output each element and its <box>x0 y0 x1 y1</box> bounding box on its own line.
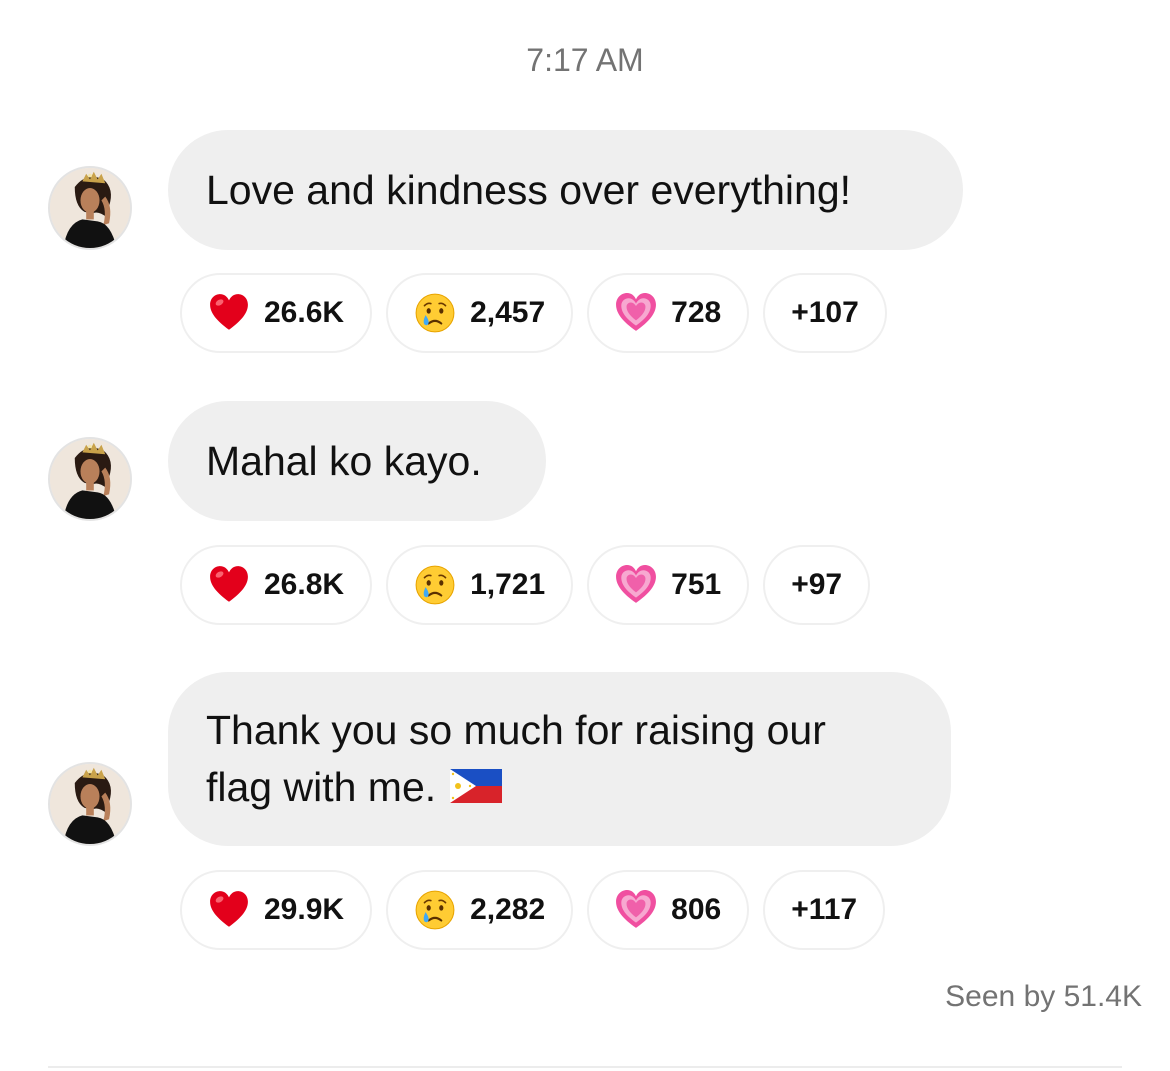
message-bubble[interactable]: Thank you so much for raising our flag w… <box>168 672 951 846</box>
reaction-more-pill[interactable]: +107 <box>763 273 887 353</box>
reaction-count: 2,282 <box>470 893 546 926</box>
reaction-heart-pill[interactable]: 29.9K <box>180 870 373 950</box>
red-heart-icon <box>208 889 250 931</box>
reaction-count: 29.9K <box>264 893 345 926</box>
philippines-flag-icon <box>450 769 502 803</box>
message-text: Love and kindness over everything! <box>206 166 852 213</box>
reaction-count: 26.8K <box>264 568 345 601</box>
message-bubble[interactable]: Love and kindness over everything! <box>168 130 963 250</box>
sender-avatar[interactable] <box>48 166 132 250</box>
reaction-bar: 29.9K 2,282 806 +117 <box>180 870 886 950</box>
message-text-line-2: flag with me. <box>206 759 913 816</box>
reaction-cry-pill[interactable]: 1,721 <box>386 545 574 625</box>
reaction-count: 26.6K <box>264 296 345 329</box>
message-text: flag with me. <box>206 764 437 810</box>
reaction-more-count: +97 <box>791 568 843 601</box>
reaction-count: 751 <box>671 568 722 601</box>
reaction-heart-pill[interactable]: 26.6K <box>180 273 373 353</box>
message-text: Mahal ko kayo. <box>206 437 482 484</box>
reaction-pink-heart-pill[interactable]: 806 <box>587 870 750 950</box>
crying-face-icon <box>414 292 456 334</box>
message-text-line: Thank you so much for raising our <box>206 707 826 753</box>
reaction-cry-pill[interactable]: 2,282 <box>386 870 574 950</box>
growing-heart-icon <box>615 564 657 606</box>
sender-avatar[interactable] <box>48 762 132 846</box>
growing-heart-icon <box>615 889 657 931</box>
reaction-count: 728 <box>671 296 722 329</box>
red-heart-icon <box>208 292 250 334</box>
reaction-more-count: +117 <box>791 893 858 926</box>
reaction-count: 1,721 <box>470 568 546 601</box>
message-timestamp: 7:17 AM <box>526 42 644 78</box>
message-bubble[interactable]: Mahal ko kayo. <box>168 401 546 521</box>
reaction-heart-pill[interactable]: 26.8K <box>180 545 373 625</box>
reaction-more-pill[interactable]: +117 <box>763 870 886 950</box>
crying-face-icon <box>414 889 456 931</box>
sender-avatar[interactable] <box>48 437 132 521</box>
reaction-count: 806 <box>671 893 722 926</box>
reaction-bar: 26.8K 1,721 751 +97 <box>180 545 871 625</box>
red-heart-icon <box>208 564 250 606</box>
reaction-more-count: +107 <box>791 296 859 329</box>
reaction-pink-heart-pill[interactable]: 751 <box>587 545 750 625</box>
growing-heart-icon <box>615 292 657 334</box>
reaction-count: 2,457 <box>470 296 546 329</box>
crying-face-icon <box>414 564 456 606</box>
divider <box>48 1066 1122 1068</box>
seen-by-count[interactable]: Seen by 51.4K <box>945 980 1142 1014</box>
reaction-pink-heart-pill[interactable]: 728 <box>587 273 750 353</box>
reaction-cry-pill[interactable]: 2,457 <box>386 273 574 353</box>
reaction-bar: 26.6K 2,457 728 +107 <box>180 273 887 353</box>
reaction-more-pill[interactable]: +97 <box>763 545 871 625</box>
